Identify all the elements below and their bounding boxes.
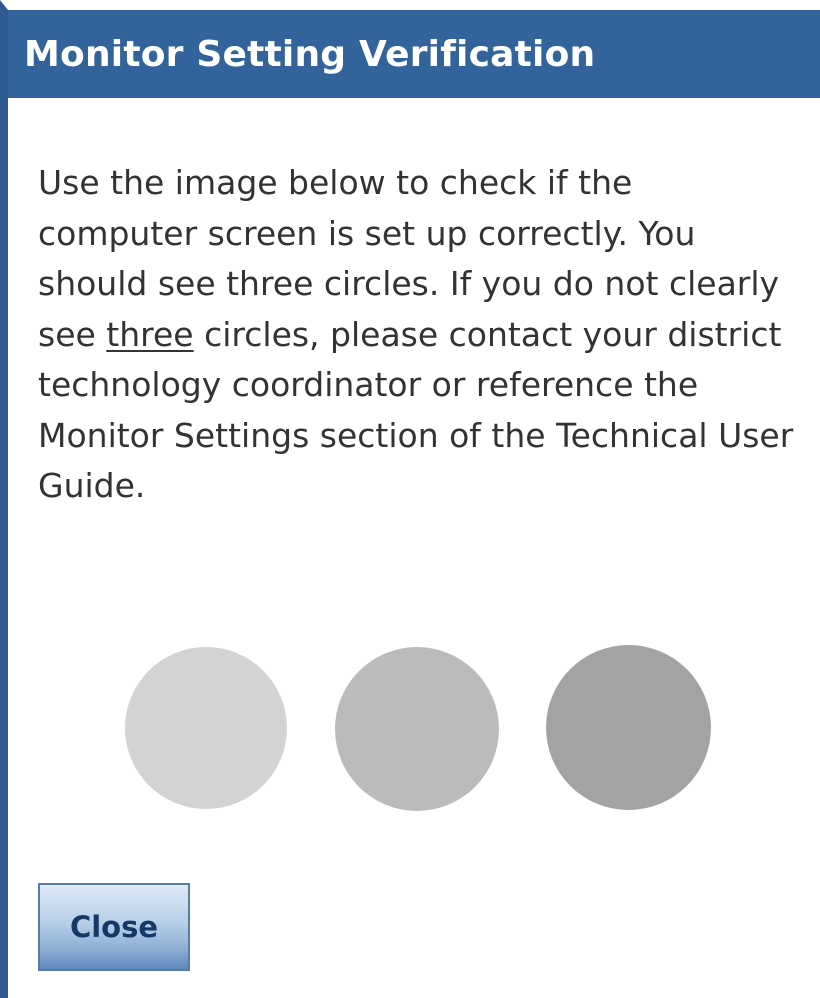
dialog-title: Monitor Setting Verification bbox=[24, 33, 596, 75]
close-button[interactable]: Close bbox=[38, 883, 190, 971]
monitor-verification-dialog: Monitor Setting Verification Use the ima… bbox=[0, 0, 820, 998]
dialog-title-bar: Monitor Setting Verification bbox=[8, 10, 820, 98]
dark-gray-circle bbox=[546, 645, 711, 810]
instructions-emphasis: three bbox=[106, 314, 194, 354]
medium-gray-circle bbox=[335, 647, 499, 811]
light-gray-circle bbox=[125, 647, 287, 809]
instructions-text: Use the image below to check if the comp… bbox=[38, 158, 798, 512]
